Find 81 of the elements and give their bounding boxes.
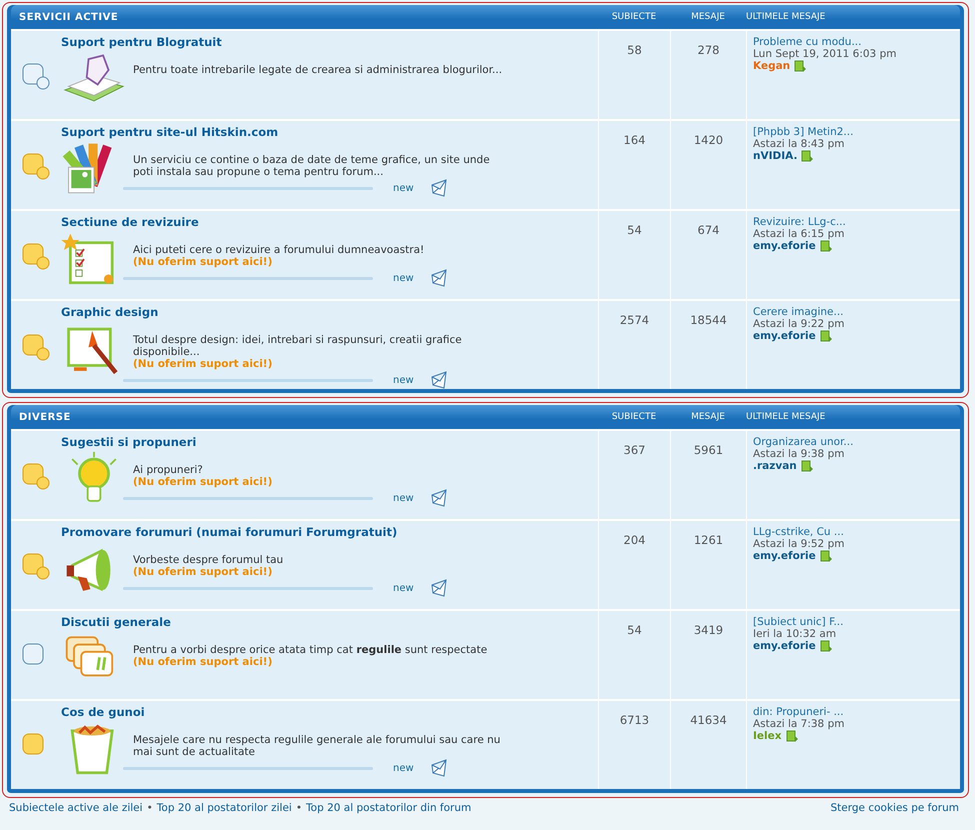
new-link[interactable]: new xyxy=(393,762,423,774)
separator-dot: • xyxy=(146,802,153,814)
new-link[interactable]: new xyxy=(393,182,423,194)
column-header: MESAJE xyxy=(690,12,726,22)
last-post-date: Astazi la 7:38 pm xyxy=(753,718,844,730)
post-icon[interactable] xyxy=(800,460,813,472)
new-link[interactable]: new xyxy=(393,492,423,504)
topics-count: 6713 xyxy=(598,701,670,789)
post-icon[interactable] xyxy=(801,150,814,162)
posts-count: 41634 xyxy=(670,701,746,789)
column-header: SUBIECTE xyxy=(610,12,658,22)
footer-link[interactable]: Subiectele active ale zilei xyxy=(9,802,143,814)
last-topic-link[interactable]: LLg-cstrike, Cu ... xyxy=(753,526,844,538)
topics-count: 2574 xyxy=(598,301,670,389)
footer-link[interactable]: Sterge cookies pe forum xyxy=(830,802,959,814)
last-post-date: Astazi la 9:52 pm xyxy=(753,538,844,550)
envelope-icon[interactable] xyxy=(431,371,447,389)
post-icon[interactable] xyxy=(794,60,806,72)
envelope-icon[interactable] xyxy=(431,269,447,287)
forum-title[interactable]: Suport pentru Blogratuit xyxy=(61,35,222,49)
author-link[interactable]: emy.eforie xyxy=(753,640,816,652)
footer-link[interactable]: Top 20 al postatorilor din forum xyxy=(306,802,472,814)
forum-notice: (Nu oferim suport aici!) xyxy=(133,256,274,268)
envelope-icon[interactable] xyxy=(431,489,447,507)
forum-title[interactable]: Cos de gunoi xyxy=(61,705,145,719)
forum-title[interactable]: Sugestii si propuneri xyxy=(61,435,196,449)
last-post-date: Astazi la 9:22 pm xyxy=(753,318,844,330)
forum-title[interactable]: Sectiune de revizuire xyxy=(61,215,199,229)
category-title: DIVERSE xyxy=(19,412,72,422)
column-header: ULTIMELE MESAJE xyxy=(746,12,826,22)
forum-title[interactable]: Promovare forumuri (numai forumuri Forumgratuit) xyxy=(61,525,398,539)
post-icon[interactable] xyxy=(820,640,832,652)
footer-link[interactable]: Top 20 al postatorilor zilei xyxy=(156,802,292,814)
last-topic-link[interactable]: din: Propuneri- ... xyxy=(753,706,844,718)
forum-description: Mesajele care nu respecta regulile generale ale forumului sau care nu mai sunt de actualitate xyxy=(133,734,502,758)
forum-description: Pentru a vorbi despre orice atata timp cat regulile sunt respectate xyxy=(133,644,488,656)
author-link[interactable]: emy.eforie xyxy=(753,330,816,342)
last-topic-link[interactable]: Revizuire: LLg-c... xyxy=(753,216,846,228)
last-topic-link[interactable]: Organizarea unor... xyxy=(753,436,854,448)
last-topic-link[interactable]: [Phpbb 3] Metin2... xyxy=(753,126,854,138)
column-header: ULTIMELE MESAJE xyxy=(746,412,826,422)
new-link[interactable]: new xyxy=(393,272,423,284)
posts-count: 18544 xyxy=(670,301,746,389)
forum-title[interactable]: Discutii generale xyxy=(61,615,171,629)
last-post-date: Astazi la 9:38 pm xyxy=(753,448,844,460)
last-post-date: Astazi la 8:43 pm xyxy=(753,138,844,150)
forum-notice: (Nu oferim suport aici!) xyxy=(133,566,274,578)
new-link[interactable]: new xyxy=(393,582,423,594)
forum-notice: (Nu oferim suport aici!) xyxy=(133,656,274,668)
category-title: SERVICII ACTIVE xyxy=(19,12,120,22)
forum-notice: (Nu oferim suport aici!) xyxy=(133,476,274,488)
forum-description: Totul despre design: idei, intrebari si raspunsuri, creatii grafice disponibile... xyxy=(133,334,463,358)
post-icon[interactable] xyxy=(820,330,832,342)
envelope-icon[interactable] xyxy=(431,579,447,597)
forum-notice: (Nu oferim suport aici!) xyxy=(133,358,274,370)
author-link[interactable]: emy.eforie xyxy=(753,550,816,562)
post-icon[interactable] xyxy=(820,240,832,252)
post-icon[interactable] xyxy=(786,730,798,742)
author-link[interactable]: nVIDIA. xyxy=(753,150,798,162)
column-header: MESAJE xyxy=(690,412,726,422)
forum-description: Un serviciu ce contine o baza de date de teme grafice, un site unde poti instala sau propune o tema pentru forum... xyxy=(133,154,491,178)
forum-description: Aici puteti cere o revizuire a forumului dumneavoastra! xyxy=(133,244,426,256)
post-icon[interactable] xyxy=(820,550,832,562)
last-topic-link[interactable]: [Subiect unic] F... xyxy=(753,616,844,628)
column-header: SUBIECTE xyxy=(610,412,658,422)
last-post-date: Ieri la 10:32 am xyxy=(753,628,836,640)
forum-description: Vorbeste despre forumul tau xyxy=(133,554,284,566)
new-link[interactable]: new xyxy=(393,374,423,386)
last-topic-link[interactable]: Probleme cu modu... xyxy=(753,36,862,48)
separator-dot: • xyxy=(296,802,302,814)
last-topic-link[interactable]: Cerere imagine... xyxy=(753,306,844,318)
last-post-date: Lun Sept 19, 2011 6:03 pm xyxy=(753,48,896,60)
forum-description: Ai propuneri? xyxy=(133,464,204,476)
envelope-icon[interactable] xyxy=(431,759,447,777)
last-post-date: Astazi la 6:15 pm xyxy=(753,228,844,240)
forum-title[interactable]: Graphic design xyxy=(61,305,158,319)
author-link[interactable]: emy.eforie xyxy=(753,240,816,252)
author-link[interactable]: .razvan xyxy=(753,460,797,472)
envelope-icon[interactable] xyxy=(431,179,447,197)
forum-title[interactable]: Suport pentru site-ul Hitskin.com xyxy=(61,125,278,139)
forum-description: Pentru toate intrebarile legate de crearea si administrarea blogurilor... xyxy=(133,64,503,76)
